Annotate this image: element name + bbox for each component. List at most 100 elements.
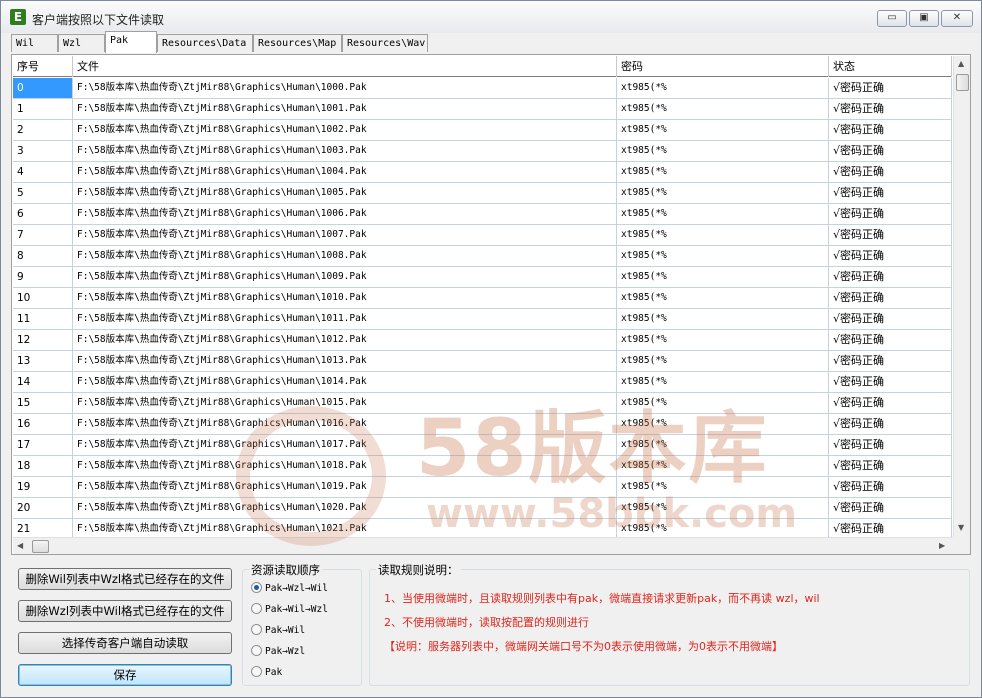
vertical-scroll-thumb[interactable] <box>956 74 969 91</box>
maximize-button[interactable]: ▣ <box>909 10 939 27</box>
radio-option-pak-wil-wzl[interactable]: Pak→Wil→Wzl <box>251 603 328 617</box>
cell-status[interactable]: √密码正确 <box>829 162 952 182</box>
cell-password[interactable]: xt985(*% <box>617 393 829 413</box>
column-header-password[interactable]: 密码 <box>617 56 829 77</box>
table-row[interactable]: 17 F:\58版本库\热血传奇\ZtjMir88\Graphics\Human\… <box>13 435 952 456</box>
cell-index[interactable]: 7 <box>13 225 73 245</box>
cell-status[interactable]: √密码正确 <box>829 99 952 119</box>
column-header-index[interactable]: 序号 <box>13 56 73 77</box>
cell-status[interactable]: √密码正确 <box>829 435 952 455</box>
column-header-status[interactable]: 状态 <box>829 56 952 77</box>
close-button[interactable]: ✕ <box>941 10 973 27</box>
cell-password[interactable]: xt985(*% <box>617 99 829 119</box>
horizontal-scroll-thumb[interactable] <box>32 540 49 553</box>
cell-index[interactable]: 6 <box>13 204 73 224</box>
table-row[interactable]: 19 F:\58版本库\热血传奇\ZtjMir88\Graphics\Human\… <box>13 477 952 498</box>
cell-file[interactable]: F:\58版本库\热血传奇\ZtjMir88\Graphics\Human\10… <box>73 204 617 224</box>
tab-pak[interactable]: Pak <box>105 31 157 53</box>
cell-status[interactable]: √密码正确 <box>829 204 952 224</box>
cell-password[interactable]: xt985(*% <box>617 519 829 539</box>
cell-index[interactable]: 10 <box>13 288 73 308</box>
cell-status[interactable]: √密码正确 <box>829 267 952 287</box>
cell-status[interactable]: √密码正确 <box>829 309 952 329</box>
cell-status[interactable]: √密码正确 <box>829 78 952 98</box>
cell-status[interactable]: √密码正确 <box>829 225 952 245</box>
cell-status[interactable]: √密码正确 <box>829 498 952 518</box>
scroll-down-icon[interactable]: ▼ <box>958 523 964 532</box>
cell-index[interactable]: 4 <box>13 162 73 182</box>
cell-file[interactable]: F:\58版本库\热血传奇\ZtjMir88\Graphics\Human\10… <box>73 498 617 518</box>
cell-password[interactable]: xt985(*% <box>617 162 829 182</box>
cell-file[interactable]: F:\58版本库\热血传奇\ZtjMir88\Graphics\Human\10… <box>73 435 617 455</box>
horizontal-scrollbar[interactable]: ◀ ▶ <box>13 537 953 554</box>
cell-file[interactable]: F:\58版本库\热血传奇\ZtjMir88\Graphics\Human\10… <box>73 477 617 497</box>
cell-password[interactable]: xt985(*% <box>617 456 829 476</box>
scroll-up-icon[interactable]: ▲ <box>958 59 964 68</box>
save-button[interactable]: 保存 <box>18 664 232 686</box>
cell-file[interactable]: F:\58版本库\热血传奇\ZtjMir88\Graphics\Human\10… <box>73 456 617 476</box>
table-row[interactable]: 14 F:\58版本库\热血传奇\ZtjMir88\Graphics\Human\… <box>13 372 952 393</box>
cell-password[interactable]: xt985(*% <box>617 351 829 371</box>
cell-index[interactable]: 20 <box>13 498 73 518</box>
cell-password[interactable]: xt985(*% <box>617 372 829 392</box>
cell-password[interactable]: xt985(*% <box>617 435 829 455</box>
tab-resources-wav[interactable]: Resources\Wav <box>342 34 428 52</box>
cell-status[interactable]: √密码正确 <box>829 372 952 392</box>
scroll-right-icon[interactable]: ▶ <box>939 541 945 550</box>
cell-index[interactable]: 11 <box>13 309 73 329</box>
cell-password[interactable]: xt985(*% <box>617 288 829 308</box>
tab-wzl[interactable]: Wzl <box>58 34 105 52</box>
cell-index[interactable]: 13 <box>13 351 73 371</box>
cell-password[interactable]: xt985(*% <box>617 309 829 329</box>
cell-index[interactable]: 18 <box>13 456 73 476</box>
select-client-button[interactable]: 选择传奇客户端自动读取 <box>18 632 232 654</box>
table-row[interactable]: 20 F:\58版本库\热血传奇\ZtjMir88\Graphics\Human\… <box>13 498 952 519</box>
cell-index[interactable]: 0 <box>13 78 73 98</box>
tab-resources-data[interactable]: Resources\Data <box>157 34 253 52</box>
cell-status[interactable]: √密码正确 <box>829 393 952 413</box>
cell-file[interactable]: F:\58版本库\热血传奇\ZtjMir88\Graphics\Human\10… <box>73 141 617 161</box>
cell-index[interactable]: 16 <box>13 414 73 434</box>
cell-index[interactable]: 8 <box>13 246 73 266</box>
cell-file[interactable]: F:\58版本库\热血传奇\ZtjMir88\Graphics\Human\10… <box>73 78 617 98</box>
cell-index[interactable]: 21 <box>13 519 73 539</box>
cell-password[interactable]: xt985(*% <box>617 78 829 98</box>
table-row[interactable]: 4 F:\58版本库\热血传奇\ZtjMir88\Graphics\Human\1… <box>13 162 952 183</box>
cell-password[interactable]: xt985(*% <box>617 330 829 350</box>
cell-file[interactable]: F:\58版本库\热血传奇\ZtjMir88\Graphics\Human\10… <box>73 225 617 245</box>
table-row[interactable]: 11 F:\58版本库\热血传奇\ZtjMir88\Graphics\Human\… <box>13 309 952 330</box>
cell-password[interactable]: xt985(*% <box>617 141 829 161</box>
cell-status[interactable]: √密码正确 <box>829 183 952 203</box>
cell-index[interactable]: 2 <box>13 120 73 140</box>
cell-password[interactable]: xt985(*% <box>617 183 829 203</box>
cell-file[interactable]: F:\58版本库\热血传奇\ZtjMir88\Graphics\Human\10… <box>73 351 617 371</box>
cell-password[interactable]: xt985(*% <box>617 477 829 497</box>
cell-index[interactable]: 1 <box>13 99 73 119</box>
cell-index[interactable]: 5 <box>13 183 73 203</box>
cell-password[interactable]: xt985(*% <box>617 225 829 245</box>
cell-file[interactable]: F:\58版本库\热血传奇\ZtjMir88\Graphics\Human\10… <box>73 162 617 182</box>
cell-file[interactable]: F:\58版本库\热血传奇\ZtjMir88\Graphics\Human\10… <box>73 267 617 287</box>
cell-status[interactable]: √密码正确 <box>829 288 952 308</box>
cell-file[interactable]: F:\58版本库\热血传奇\ZtjMir88\Graphics\Human\10… <box>73 120 617 140</box>
table-row[interactable]: 9 F:\58版本库\热血传奇\ZtjMir88\Graphics\Human\1… <box>13 267 952 288</box>
cell-file[interactable]: F:\58版本库\热血传奇\ZtjMir88\Graphics\Human\10… <box>73 99 617 119</box>
cell-file[interactable]: F:\58版本库\热血传奇\ZtjMir88\Graphics\Human\10… <box>73 372 617 392</box>
table-row[interactable]: 15 F:\58版本库\热血传奇\ZtjMir88\Graphics\Human\… <box>13 393 952 414</box>
table-row[interactable]: 13 F:\58版本库\热血传奇\ZtjMir88\Graphics\Human\… <box>13 351 952 372</box>
table-row[interactable]: 12 F:\58版本库\热血传奇\ZtjMir88\Graphics\Human\… <box>13 330 952 351</box>
cell-password[interactable]: xt985(*% <box>617 267 829 287</box>
cell-file[interactable]: F:\58版本库\热血传奇\ZtjMir88\Graphics\Human\10… <box>73 246 617 266</box>
table-row[interactable]: 8 F:\58版本库\热血传奇\ZtjMir88\Graphics\Human\1… <box>13 246 952 267</box>
cell-file[interactable]: F:\58版本库\热血传奇\ZtjMir88\Graphics\Human\10… <box>73 330 617 350</box>
table-row[interactable]: 5 F:\58版本库\热血传奇\ZtjMir88\Graphics\Human\1… <box>13 183 952 204</box>
cell-file[interactable]: F:\58版本库\热血传奇\ZtjMir88\Graphics\Human\10… <box>73 288 617 308</box>
cell-index[interactable]: 3 <box>13 141 73 161</box>
cell-status[interactable]: √密码正确 <box>829 519 952 539</box>
cell-status[interactable]: √密码正确 <box>829 351 952 371</box>
tab-wil[interactable]: Wil <box>11 34 58 52</box>
radio-option-pak-wzl-wil[interactable]: Pak→Wzl→Wil <box>251 582 328 596</box>
table-row[interactable]: 0 F:\58版本库\热血传奇\ZtjMir88\Graphics\Human\1… <box>13 78 952 99</box>
table-row[interactable]: 10 F:\58版本库\热血传奇\ZtjMir88\Graphics\Human\… <box>13 288 952 309</box>
cell-index[interactable]: 15 <box>13 393 73 413</box>
